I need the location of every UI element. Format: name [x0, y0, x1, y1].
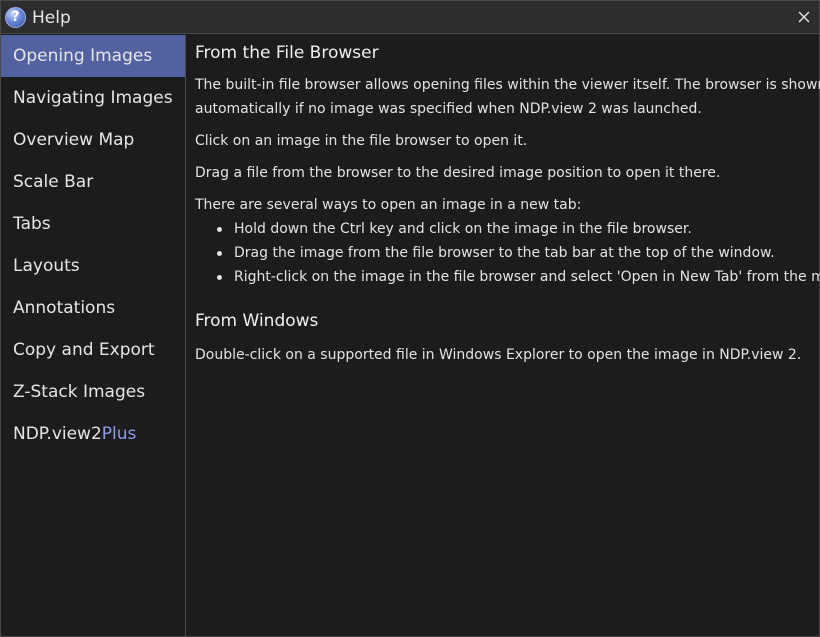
paragraph-line: The built-in file browser allows opening…	[195, 77, 820, 93]
sidebar-item-suffix: Plus	[101, 424, 137, 444]
sidebar-item-label: Copy and Export	[13, 340, 155, 360]
sidebar-item-label: Overview Map	[13, 130, 135, 150]
close-icon[interactable]	[795, 8, 813, 26]
list-item-text: Hold down the Ctrl key and click on the …	[234, 221, 692, 237]
paragraph: Click on an image in the file browser to…	[195, 133, 528, 149]
sidebar-item-label: Z-Stack Images	[13, 382, 146, 402]
list-item-text: Drag the image from the file browser to …	[234, 245, 775, 261]
paragraph: Double-click on a supported file in Wind…	[195, 347, 802, 363]
bullet-icon	[217, 251, 222, 256]
sidebar-item-z-stack-images[interactable]: Z-Stack Images	[1, 371, 185, 413]
paragraph-line: automatically if no image was specified …	[195, 101, 702, 117]
sidebar-item-copy-and-export[interactable]: Copy and Export	[1, 329, 185, 371]
help-content: From the File Browser The built-in file …	[187, 35, 820, 636]
sidebar-item-label: Navigating Images	[13, 88, 173, 108]
sidebar-item-layouts[interactable]: Layouts	[1, 245, 185, 287]
sidebar-item-label: NDP.view2	[13, 424, 102, 444]
help-icon: ?	[5, 7, 26, 28]
new-tab-methods-list: Hold down the Ctrl key and click on the …	[195, 219, 820, 287]
list-item: Right-click on the image in the file bro…	[217, 267, 820, 287]
paragraph: Drag a file from the browser to the desi…	[195, 165, 721, 181]
bullet-icon	[217, 275, 222, 280]
list-item-text: Right-click on the image in the file bro…	[234, 269, 820, 285]
help-window: ? Help Opening Images Navigating Images …	[0, 0, 820, 637]
bullet-icon	[217, 227, 222, 232]
sidebar-item-annotations[interactable]: Annotations	[1, 287, 185, 329]
help-topics-sidebar: Opening Images Navigating Images Overvie…	[1, 35, 186, 636]
section-heading-file-browser: From the File Browser	[195, 43, 379, 63]
window-title: Help	[32, 8, 71, 28]
sidebar-item-label: Opening Images	[13, 46, 153, 66]
sidebar-item-label: Tabs	[13, 214, 51, 234]
list-item: Drag the image from the file browser to …	[217, 243, 819, 263]
section-heading-windows: From Windows	[195, 311, 319, 331]
sidebar-item-label: Annotations	[13, 298, 116, 318]
sidebar-item-label: Scale Bar	[13, 172, 94, 192]
title-bar: ? Help	[1, 1, 819, 34]
sidebar-item-opening-images[interactable]: Opening Images	[1, 35, 185, 77]
sidebar-item-ndp-view2-plus[interactable]: NDP.view2Plus	[1, 413, 185, 455]
list-item: Hold down the Ctrl key and click on the …	[217, 219, 819, 239]
sidebar-item-scale-bar[interactable]: Scale Bar	[1, 161, 185, 203]
sidebar-item-overview-map[interactable]: Overview Map	[1, 119, 185, 161]
sidebar-item-label: Layouts	[13, 256, 80, 276]
paragraph: There are several ways to open an image …	[195, 197, 582, 213]
sidebar-item-tabs[interactable]: Tabs	[1, 203, 185, 245]
sidebar-item-navigating-images[interactable]: Navigating Images	[1, 77, 185, 119]
